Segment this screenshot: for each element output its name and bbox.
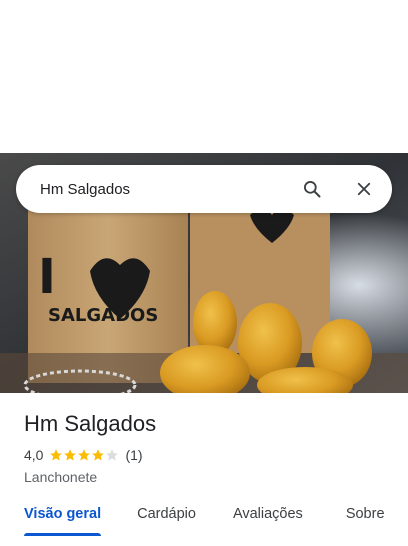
clear-search-button[interactable] — [344, 169, 384, 209]
place-tabs: Visão geral Cardápio Avaliações Sobre — [0, 496, 408, 536]
tab-label: Avaliações — [232, 506, 303, 522]
tab-label: Visão geral — [24, 506, 102, 522]
star-empty-icon — [106, 449, 119, 461]
rating-value: 4,0 — [24, 447, 44, 463]
search-input[interactable] — [40, 180, 292, 198]
review-count[interactable]: (1) — [125, 447, 142, 463]
active-tab-indicator — [24, 533, 102, 536]
search-icon — [304, 181, 321, 198]
star-icon — [78, 449, 91, 461]
tab-reviews[interactable]: Avaliações — [233, 496, 303, 536]
star-icon — [64, 449, 77, 461]
tab-label: Cardápio — [137, 506, 196, 522]
rating-row[interactable]: 4,0 (1) — [24, 447, 392, 463]
place-title: Hm Salgados — [24, 411, 157, 436]
search-button[interactable] — [292, 169, 332, 209]
tab-label: Sobre — [345, 506, 385, 522]
close-icon — [357, 182, 371, 196]
star-icon — [50, 449, 63, 461]
bag-print-letter: I — [38, 249, 56, 305]
bag-print-brand: SALGADOS — [48, 305, 158, 326]
place-category[interactable]: Lanchonete — [24, 469, 392, 485]
star-icon — [92, 449, 105, 461]
place-info: Hm Salgados 4,0 (1) Lanchonete — [24, 405, 392, 485]
star-rating — [49, 448, 119, 462]
tab-about[interactable]: Sobre — [346, 496, 385, 536]
tab-overview[interactable]: Visão geral — [24, 496, 102, 536]
search-bar[interactable] — [16, 165, 392, 213]
tab-menu[interactable]: Cardápio — [137, 496, 196, 536]
